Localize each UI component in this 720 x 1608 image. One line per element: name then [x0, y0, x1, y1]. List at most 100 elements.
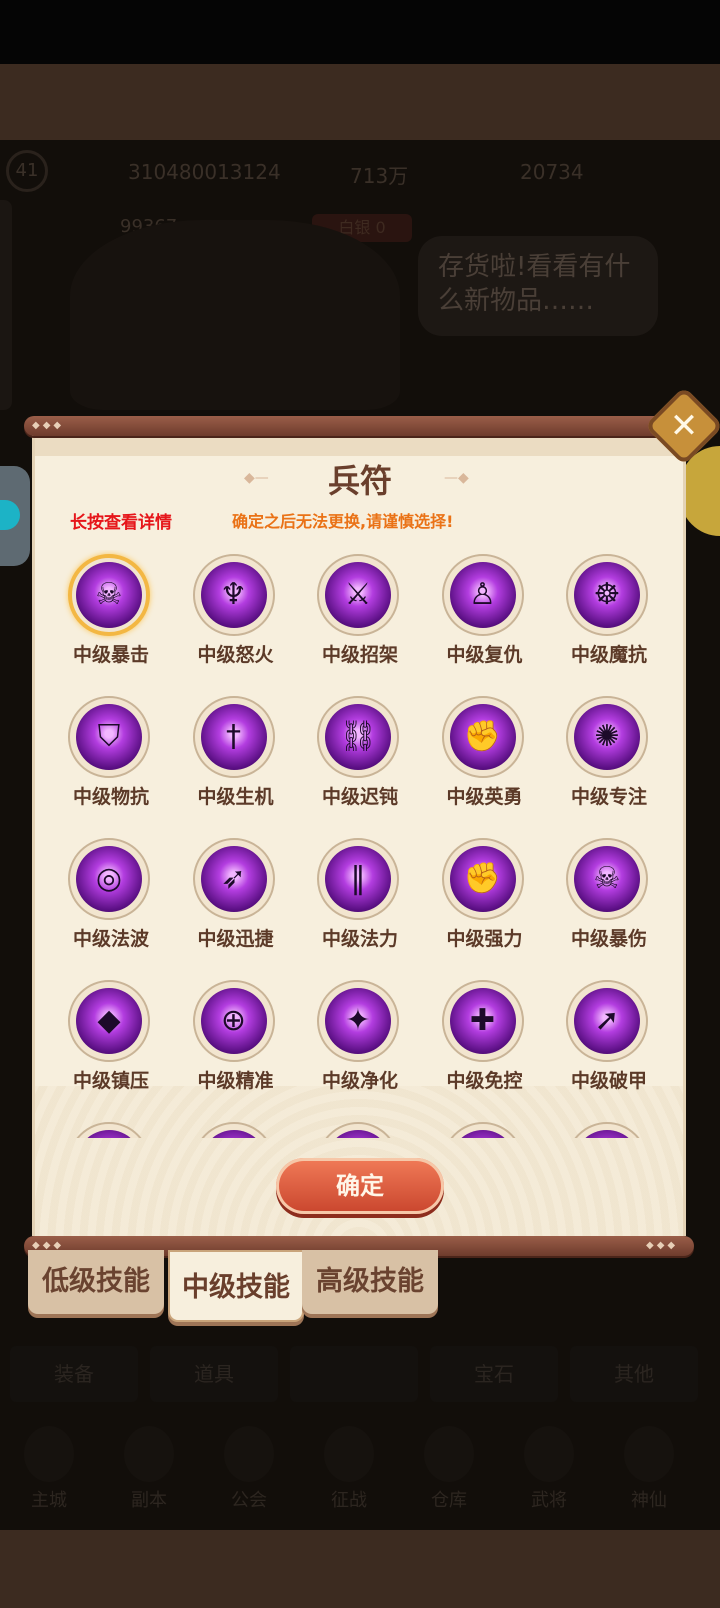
nav-label: 武将 — [531, 1490, 567, 1511]
nav-label: 仓库 — [431, 1490, 467, 1511]
nav-icon — [424, 1426, 474, 1482]
swirl-wave-icon: ◎ — [76, 846, 142, 912]
skill-label: 中级复仇 — [446, 644, 523, 666]
skill-icon-frame: ◆ — [68, 980, 150, 1062]
skill-glyph: ⊕ — [220, 1003, 247, 1038]
background-nav-item: 征战 — [314, 1420, 384, 1520]
gold-count: 20734 — [520, 160, 584, 184]
skill-item[interactable]: ◎ 中级法波 — [48, 834, 174, 974]
tab-tier[interactable]: 高级技能 — [302, 1250, 438, 1314]
background-tab — [290, 1346, 418, 1402]
rod-ornament: ◆◆◆ — [32, 420, 65, 431]
skill-item[interactable] — [173, 1118, 299, 1138]
skill-glyph: ◎ — [95, 861, 123, 896]
close-button[interactable]: ✕ — [644, 386, 720, 466]
strong-arm-icon: ✊ — [449, 846, 516, 912]
skill-item[interactable]: ✺ 中级专注 — [546, 692, 672, 832]
skill-item[interactable] — [48, 1118, 174, 1138]
skill-item[interactable]: ☸ 中级魔抗 — [546, 550, 672, 690]
confirm-button[interactable]: 确定 — [276, 1158, 444, 1214]
background-nav-item: 仓库 — [414, 1420, 484, 1520]
skill-label: 中级法力 — [321, 928, 398, 950]
skill-label: 中级怒火 — [197, 644, 274, 666]
skill-glyph: ☠ — [95, 577, 123, 612]
skill-item[interactable]: ◆ 中级镇压 — [48, 976, 174, 1116]
nav-icon — [224, 1426, 274, 1482]
skill-icon-frame: ➚ — [566, 980, 648, 1062]
npc-portrait — [70, 220, 400, 410]
skill-label: 中级暴伤 — [570, 928, 647, 950]
bottom-tab-bar: 装备 道具 宝石 其他 — [0, 1346, 720, 1406]
skill-icon-frame: ✦ — [317, 980, 399, 1062]
tab-tier[interactable]: 低级技能 — [28, 1250, 164, 1314]
skill-item[interactable]: ✊ 中级强力 — [422, 834, 548, 974]
skill-grid[interactable]: ☠ 中级暴击 ♆ 中级怒火 ⚔ 中级招架 ♙ 中级复仇 ☸ 中级魔抗 ⛉ 中级物抗 † 中级生机 ⛓ 中级迟钝… — [48, 550, 678, 1138]
skill-item[interactable]: ⛉ 中级物抗 — [48, 692, 174, 832]
skill-icon-frame — [317, 1122, 399, 1138]
skill-item[interactable]: † 中级生机 — [173, 692, 299, 832]
skill-item[interactable]: ✚ 中级免控 — [422, 976, 548, 1116]
background-tab: 道具 — [150, 1346, 278, 1402]
skill-glyph — [201, 1130, 267, 1138]
nav-icon — [524, 1426, 574, 1482]
background-nav-item: 副本 — [114, 1420, 184, 1520]
skill-item[interactable]: ☠ 中级暴伤 — [546, 834, 672, 974]
skill-item[interactable]: ✊ 中级英勇 — [422, 692, 548, 832]
skill-item[interactable]: ☠ 中级暴击 — [48, 550, 174, 690]
npc-speech-bubble: 存货啦!看看有什么新物品…… — [418, 236, 658, 336]
skill-icon-frame: ‖ — [317, 838, 399, 920]
skill-icon-frame: ⛉ — [68, 696, 150, 778]
skill-icon-frame: ☸ — [566, 554, 648, 636]
skill-item[interactable]: ➶ 中级迅捷 — [173, 834, 299, 974]
skill-item[interactable]: ✦ 中级净化 — [297, 976, 423, 1116]
player-uid: 310480013124 — [128, 160, 281, 184]
skill-item[interactable] — [297, 1118, 423, 1138]
nav-icon — [324, 1426, 374, 1482]
vortex-focus-icon: ✺ — [574, 704, 640, 770]
background-nav-item: 主城 — [14, 1420, 84, 1520]
skill-item[interactable]: ⊕ 中级精准 — [173, 976, 299, 1116]
nav-icon — [24, 1426, 74, 1482]
skill-item[interactable] — [422, 1118, 548, 1138]
skill-glyph: ◆ — [97, 1003, 121, 1038]
title-ornament-right: —◆ — [444, 470, 474, 486]
skill-glyph: ☠ — [593, 861, 621, 896]
skill-icon-frame: ✊ — [441, 838, 524, 920]
skill-icon-frame: ✺ — [566, 696, 648, 778]
parry-warrior-icon: ⚔ — [325, 562, 391, 628]
skill-glyph — [76, 1130, 142, 1138]
skill-glyph: ♆ — [220, 577, 247, 612]
skill-icon-frame: ♆ — [192, 554, 275, 636]
tab-tier[interactable]: 中级技能 — [168, 1250, 304, 1322]
shield-icon: ⛉ — [76, 704, 142, 770]
skill-glyph: ‖ — [350, 861, 366, 896]
background-nav-item: 武将 — [514, 1420, 584, 1520]
status-bar — [0, 0, 720, 64]
background-nav-item: 公会 — [214, 1420, 284, 1520]
skill-glyph: ⛓ — [338, 719, 378, 754]
skill-glyph — [574, 1130, 640, 1138]
close-icon: ✕ — [669, 406, 699, 446]
skill-glyph: ➶ — [220, 861, 247, 896]
skill-item[interactable] — [546, 1118, 672, 1138]
skill-item[interactable]: ♙ 中级复仇 — [422, 550, 548, 690]
skill-item[interactable]: ⛓ 中级迟钝 — [297, 692, 423, 832]
nav-label: 主城 — [31, 1490, 67, 1511]
skill-icon-frame: ✚ — [441, 980, 524, 1062]
skill-item[interactable]: ➚ 中级破甲 — [546, 976, 672, 1116]
coin-count: 713万 — [350, 164, 409, 188]
target-arrow-icon: ⊕ — [200, 988, 267, 1054]
skill-item[interactable]: ‖ 中级法力 — [297, 834, 423, 974]
fist-icon: ✊ — [449, 704, 516, 770]
skill-item[interactable]: ⚔ 中级招架 — [297, 550, 423, 690]
skill-icon-frame: ☠ — [68, 554, 150, 636]
skill-item[interactable]: ♆ 中级怒火 — [173, 550, 299, 690]
background-tab: 其他 — [570, 1346, 698, 1402]
skill-glyph: ♙ — [469, 577, 496, 612]
skill-icon-frame: ♙ — [441, 554, 524, 636]
scroll-rod-top: ◆◆◆ — [24, 416, 694, 436]
top-letterbox — [0, 64, 720, 140]
skill-label: 中级英勇 — [446, 786, 523, 808]
skill-tier-tabs: 低级技能 中级技能 高级技能 — [28, 1250, 720, 1322]
skill-icon-frame — [192, 1122, 275, 1138]
